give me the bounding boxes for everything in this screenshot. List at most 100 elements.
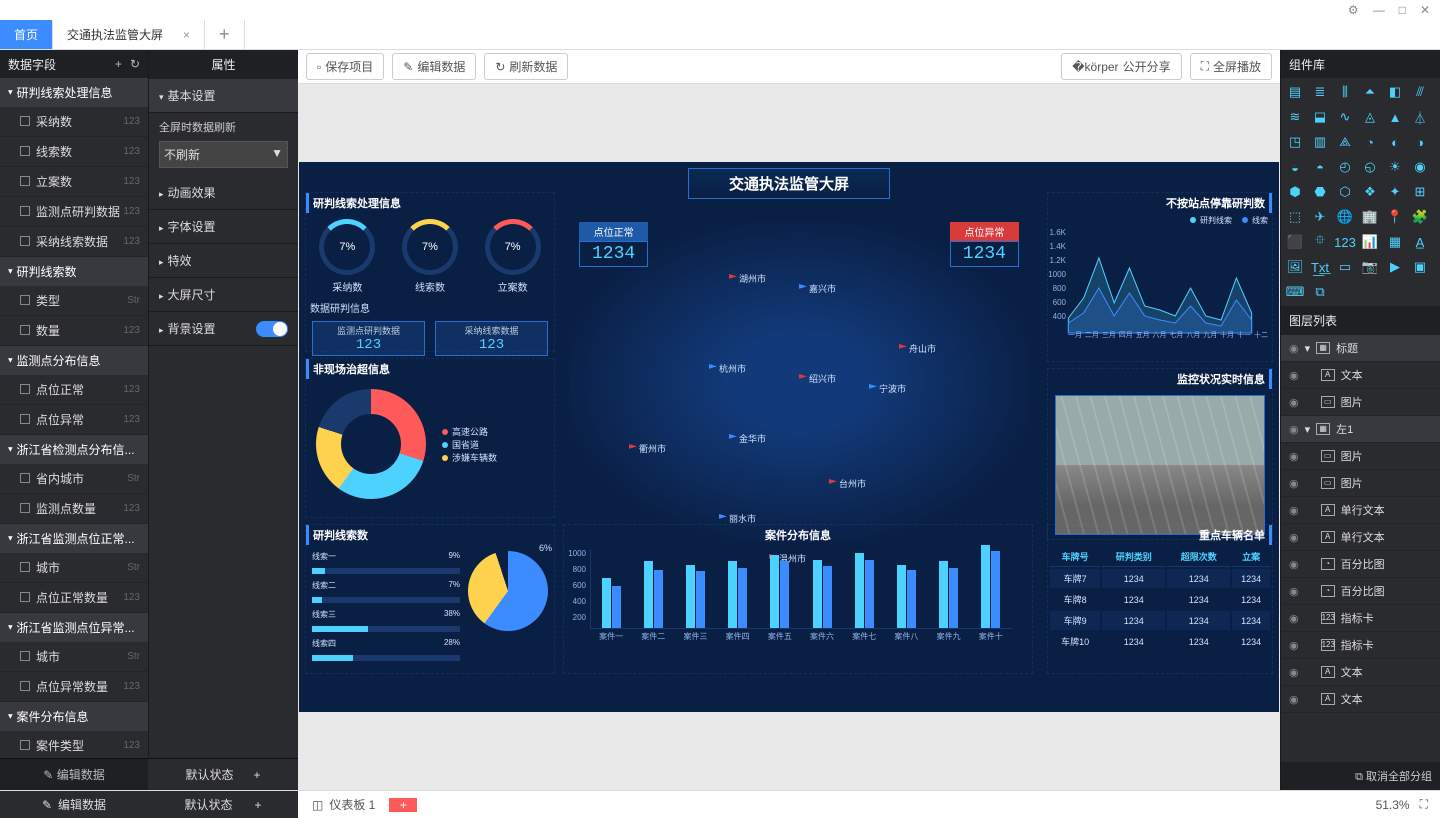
visibility-icon[interactable]: ◉ — [1289, 342, 1299, 355]
layer-row[interactable]: ◉123指标卡 — [1281, 632, 1440, 659]
library-icon[interactable]: ⫼ — [1335, 82, 1355, 102]
panel-gauges[interactable]: 研判线索处理信息 7%采纳数7%线索数7%立案数 数据研判信息 监测点研判数据1… — [305, 192, 555, 352]
library-icon[interactable]: 123 — [1335, 232, 1355, 252]
field-item[interactable]: 监测点数量123 — [0, 494, 148, 524]
library-icon[interactable]: A̲ — [1410, 232, 1430, 252]
zoom-level[interactable]: 51.3% — [1376, 798, 1410, 812]
section-basic[interactable]: ▾基本设置 — [149, 79, 298, 113]
library-icon[interactable]: ◒ — [1285, 157, 1305, 177]
visibility-icon[interactable]: ◉ — [1289, 531, 1299, 544]
layer-row[interactable]: ◉123指标卡 — [1281, 605, 1440, 632]
ungroup-all-button[interactable]: ⧉ 取消全部分组 — [1281, 762, 1440, 790]
field-group[interactable]: 浙江省监测点位正常... — [0, 524, 148, 553]
library-icon[interactable]: ∿ — [1335, 107, 1355, 127]
library-icon[interactable]: ≣ — [1310, 82, 1330, 102]
library-icon[interactable]: ≋ — [1285, 107, 1305, 127]
field-group[interactable]: 浙江省监测点位异常... — [0, 613, 148, 642]
library-icon[interactable]: ⬓ — [1310, 107, 1330, 127]
library-icon[interactable]: ◑ — [1410, 132, 1430, 152]
library-icon[interactable]: ◳ — [1285, 132, 1305, 152]
field-item[interactable]: 点位异常123 — [0, 405, 148, 435]
layer-row[interactable]: ◉▭图片 — [1281, 443, 1440, 470]
library-icon[interactable]: ⬚ — [1285, 207, 1305, 227]
library-icon[interactable]: 📷 — [1360, 257, 1380, 277]
field-item[interactable]: 案件类型123 — [0, 731, 148, 758]
panel-donut[interactable]: 非现场治超信息 高速公路国省道涉嫌车辆数 — [305, 358, 555, 518]
library-icon[interactable]: ⬛ — [1285, 232, 1305, 252]
library-icon[interactable]: 🖼 — [1285, 257, 1305, 277]
library-icon[interactable]: ◓ — [1310, 157, 1330, 177]
refresh-select[interactable]: 不刷新▼ — [159, 141, 288, 168]
library-icon[interactable]: ▤ — [1285, 82, 1305, 102]
edit-data-button[interactable]: ✎ 编辑数据 — [392, 53, 476, 80]
library-icon[interactable]: ▲ — [1385, 107, 1405, 127]
refresh-data-button[interactable]: ↻ 刷新数据 — [484, 53, 568, 80]
field-group[interactable]: 案件分布信息 — [0, 702, 148, 731]
layer-row[interactable]: ◉A文本 — [1281, 686, 1440, 713]
field-item[interactable]: 城市Str — [0, 642, 148, 672]
visibility-icon[interactable]: ◉ — [1289, 612, 1299, 625]
field-item[interactable]: 点位正常123 — [0, 375, 148, 405]
refresh-fields-icon[interactable]: ↻ — [130, 57, 140, 71]
save-button[interactable]: ▫ 保存项目 — [306, 53, 384, 80]
gear-icon[interactable]: ⚙ — [1348, 3, 1359, 17]
maximize-icon[interactable]: □ — [1399, 3, 1406, 17]
library-icon[interactable]: ◔ — [1360, 132, 1380, 152]
section-fx[interactable]: ▸特效 — [149, 244, 298, 278]
layer-row[interactable]: ◉A单行文本 — [1281, 524, 1440, 551]
library-icon[interactable]: ⬡ — [1335, 182, 1355, 202]
library-icon[interactable]: ✦ — [1385, 182, 1405, 202]
library-icon[interactable]: ▦ — [1385, 232, 1405, 252]
close-icon[interactable]: ✕ — [1420, 3, 1430, 17]
field-item[interactable]: 省内城市Str — [0, 464, 148, 494]
tab-home[interactable]: 首页 — [0, 20, 53, 49]
layer-row[interactable]: ◉▾▦标题 — [1281, 335, 1440, 362]
library-icon[interactable]: ◉ — [1410, 157, 1430, 177]
section-font[interactable]: ▸字体设置 — [149, 210, 298, 244]
visibility-icon[interactable]: ◉ — [1289, 693, 1299, 706]
field-group[interactable]: 研判线索处理信息 — [0, 78, 148, 107]
library-icon[interactable]: 📍 — [1385, 207, 1405, 227]
library-icon[interactable]: ◧ — [1385, 82, 1405, 102]
edit-data-button[interactable]: ✎ 编辑数据 — [0, 758, 148, 790]
panel-cases[interactable]: 案件分布信息 1000800600400200 案件一案件二案件三案件四案件五案… — [563, 524, 1033, 674]
section-size[interactable]: ▸大屏尺寸 — [149, 278, 298, 312]
library-icon[interactable]: ◬ — [1360, 107, 1380, 127]
library-icon[interactable]: ▶ — [1385, 257, 1405, 277]
library-icon[interactable]: ⏶ — [1360, 82, 1380, 102]
add-field-icon[interactable]: + — [115, 57, 122, 71]
field-item[interactable]: 点位异常数量123 — [0, 672, 148, 702]
default-state-button[interactable]: 默认状态+ — [148, 758, 298, 790]
visibility-icon[interactable]: ◉ — [1289, 639, 1299, 652]
library-icon[interactable]: 📊 — [1360, 232, 1380, 252]
section-anim[interactable]: ▸动画效果 — [149, 176, 298, 210]
field-item[interactable]: 采纳线索数据123 — [0, 227, 148, 257]
tab-close-icon[interactable]: × — [183, 28, 190, 42]
layer-row[interactable]: ◉A文本 — [1281, 362, 1440, 389]
library-icon[interactable]: ▥ — [1310, 132, 1330, 152]
library-icon[interactable]: 🧩 — [1410, 207, 1430, 227]
layer-row[interactable]: ◉A单行文本 — [1281, 497, 1440, 524]
visibility-icon[interactable]: ◉ — [1289, 558, 1299, 571]
layer-row[interactable]: ◉◔百分比图 — [1281, 551, 1440, 578]
field-group[interactable]: 监测点分布信息 — [0, 346, 148, 375]
add-state-icon[interactable]: + — [254, 768, 261, 782]
panel-leads[interactable]: 研判线索数 线索一9%线索二7%线索三38%线索四28% 6% — [305, 524, 555, 674]
minimize-icon[interactable]: — — [1373, 3, 1385, 17]
field-item[interactable]: 数量123 — [0, 316, 148, 346]
library-icon[interactable]: ◵ — [1360, 157, 1380, 177]
library-icon[interactable]: T͟x͟t — [1310, 257, 1330, 277]
library-icon[interactable]: ▭ — [1335, 257, 1355, 277]
library-icon[interactable]: ⏃ — [1410, 107, 1430, 127]
visibility-icon[interactable]: ◉ — [1289, 585, 1299, 598]
fullscreen-button[interactable]: ⛶ 全屏播放 — [1190, 53, 1272, 80]
library-icon[interactable]: ⧉ — [1310, 282, 1330, 302]
library-icon[interactable]: ⟁ — [1335, 132, 1355, 152]
default-state-footer[interactable]: 默认状态 + — [148, 791, 298, 818]
field-item[interactable]: 立案数123 — [0, 167, 148, 197]
library-icon[interactable]: ✈ — [1310, 207, 1330, 227]
library-icon[interactable]: ❖ — [1360, 182, 1380, 202]
dashboard-preview[interactable]: 交通执法监管大屏 研判线索处理信息 7%采纳数7%线索数7%立案数 数据研判信息… — [299, 162, 1279, 712]
share-button[interactable]: �körper 公开分享 — [1061, 53, 1181, 80]
sheet-tab[interactable]: ◫ 仪表板 1 — [298, 796, 389, 813]
